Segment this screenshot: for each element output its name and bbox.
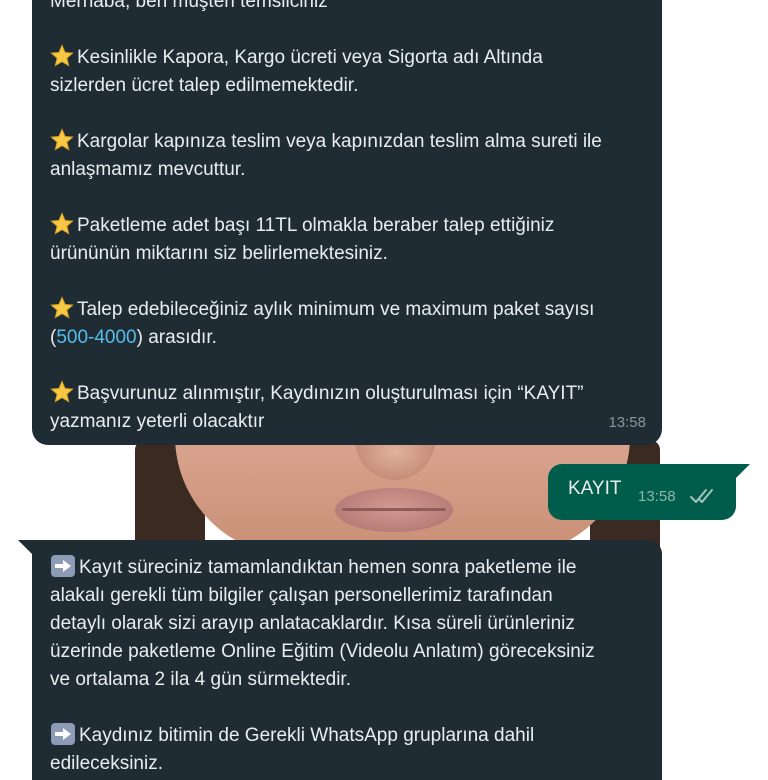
message-paragraph: Kesinlikle Kapora, Kargo ücreti veya Sig… [50, 44, 644, 100]
outgoing-bubble-tail [736, 464, 750, 478]
message-paragraph: Paketleme adet başı 11TL olmakla beraber… [50, 212, 644, 268]
right-arrow-emoji-icon [51, 723, 75, 745]
message-paragraph: Başvurunuz alınmıştır, Kaydınızın oluştu… [50, 380, 644, 436]
right-arrow-emoji-icon [51, 555, 75, 577]
incoming-message-1[interactable]: Merhaba, ben müşteri temsilciniz Kesinli… [32, 0, 662, 445]
star-emoji-icon [50, 380, 74, 403]
double-check-icon [690, 489, 713, 503]
wallpaper-lips-line [342, 508, 446, 511]
message-paragraph: Kayıt süreciniz tamamlandıktan hemen son… [50, 554, 644, 694]
outgoing-message-text: KAYIT [568, 478, 622, 499]
message-paragraph: Talep edebileceğiniz aylık minimum ve ma… [50, 296, 644, 352]
outgoing-timestamp: 13:58 [638, 488, 676, 505]
star-emoji-icon [50, 128, 74, 151]
outgoing-message[interactable]: KAYIT 13:58 [548, 464, 736, 520]
message-paragraph: Kargolar kapınıza teslim veya kapınızdan… [50, 128, 644, 184]
message-paragraph: Kaydınız bitimin de Gerekli WhatsApp gru… [50, 722, 644, 778]
incoming-message-2[interactable]: Kayıt süreciniz tamamlandıktan hemen son… [32, 540, 662, 780]
message-timestamp: 13:58 [608, 414, 646, 431]
range-link[interactable]: 500-4000 [56, 327, 136, 348]
star-emoji-icon [50, 44, 74, 67]
message-top-line: Merhaba, ben müşteri temsilciniz [50, 0, 328, 12]
star-emoji-icon [50, 296, 74, 319]
star-emoji-icon [50, 212, 74, 235]
incoming-bubble-tail [18, 540, 32, 554]
